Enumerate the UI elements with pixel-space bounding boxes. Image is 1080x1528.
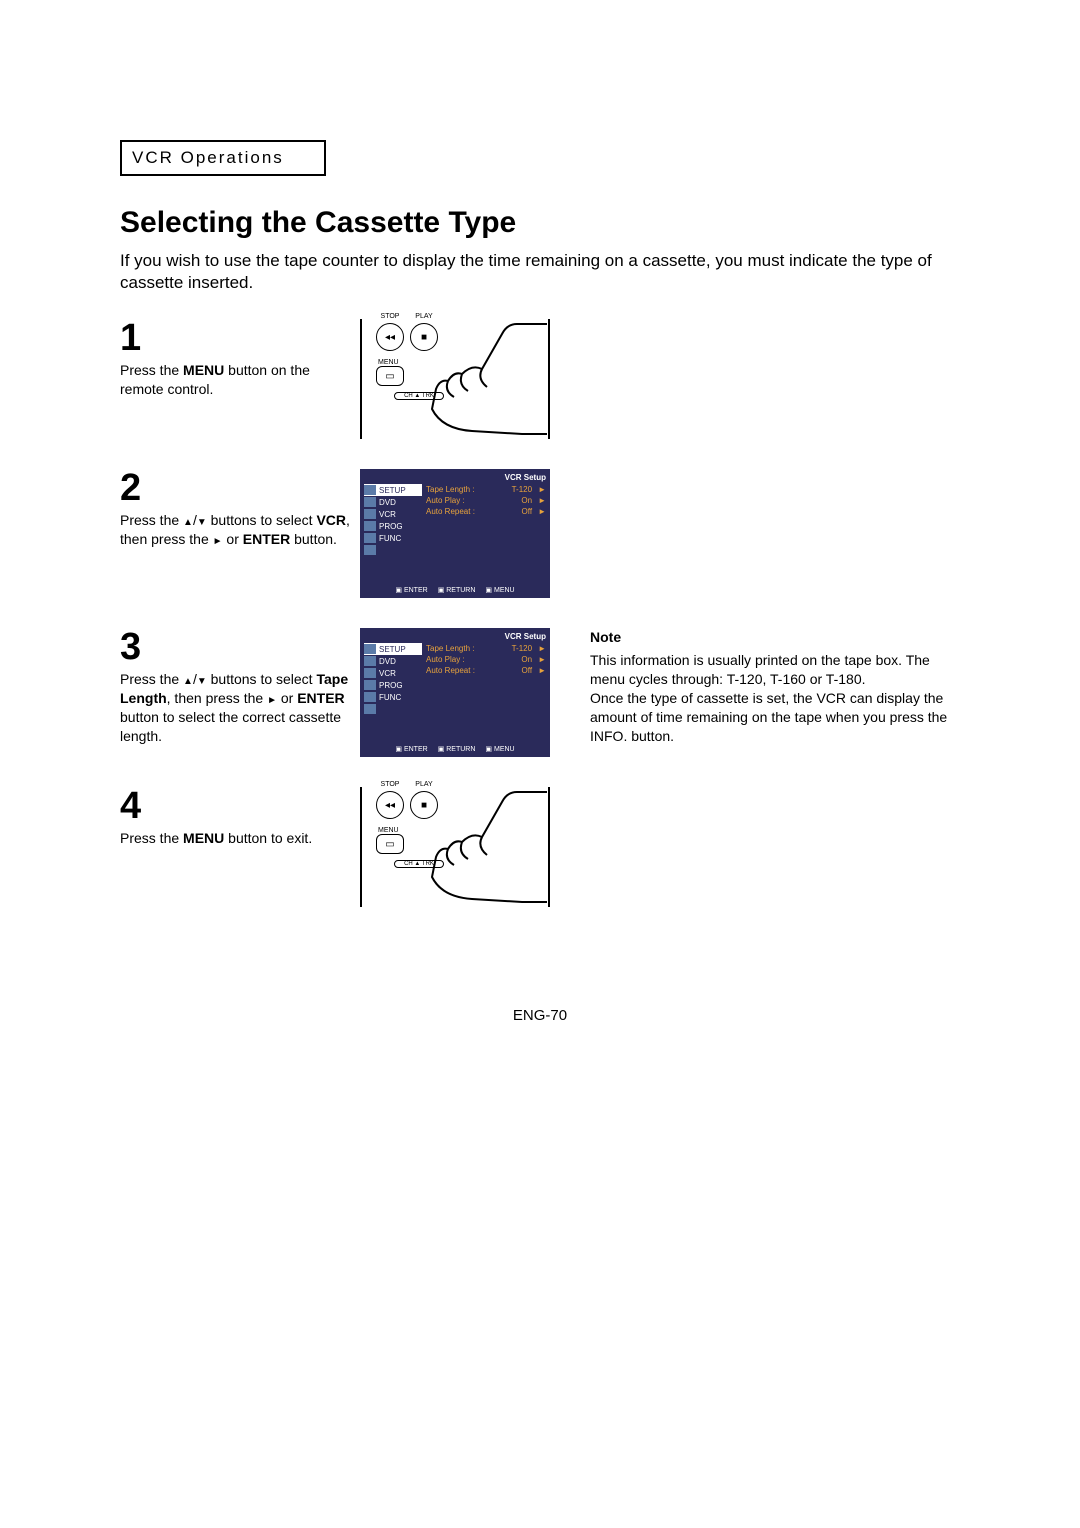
section-label: VCR Operations — [132, 148, 284, 167]
disc-icon — [364, 497, 376, 507]
step-body: Press the MENU button on the remote cont… — [120, 361, 350, 399]
step-4: 4 Press the MENU button to exit. STOP ◂◂… — [120, 787, 960, 907]
manual-page: VCR Operations Selecting the Cassette Ty… — [0, 0, 1080, 1084]
step-number: 4 — [120, 787, 350, 825]
step-body: Press the / buttons to select VCR, then … — [120, 511, 350, 549]
arrow-icon: ► — [538, 507, 546, 516]
osd-header: VCR Setup — [364, 473, 546, 482]
step-2: 2 Press the / buttons to select VCR, the… — [120, 469, 960, 598]
stop-label: STOP — [376, 781, 404, 788]
intro-text: If you wish to use the tape counter to d… — [120, 250, 960, 294]
section-label-text: VCR Operations — [132, 148, 284, 167]
gear-icon — [364, 644, 376, 654]
remote-figure: STOP ◂◂ PLAY ■ MENU ▭ CH ▲ TRK — [360, 787, 550, 907]
osd-menu: SETUP DVD VCR PROG FUNC — [364, 484, 422, 556]
osd-footer: ENTER RETURN MENU — [364, 586, 546, 594]
step-1: 1 Press the MENU button on the remote co… — [120, 319, 960, 439]
step-3-row: 3 Press the / buttons to select Tape Len… — [120, 628, 960, 757]
page-number: ENG-70 — [120, 1007, 960, 1024]
step-number: 3 — [120, 628, 350, 666]
osd-settings: Tape Length :T-120► Auto Play :On► Auto … — [422, 484, 546, 556]
section-label-box: VCR Operations — [120, 140, 326, 176]
blank-icon — [364, 704, 376, 714]
disc-icon — [364, 656, 376, 666]
tape-icon — [364, 509, 376, 519]
remote-figure: STOP ◂◂ PLAY ■ MENU ▭ CH ▲ TRK — [360, 319, 550, 439]
clock-icon — [364, 680, 376, 690]
step-number: 2 — [120, 469, 350, 507]
right-icon — [267, 690, 277, 706]
arrow-icon: ► — [538, 496, 546, 505]
rewind-button-icon: ◂◂ — [376, 323, 404, 351]
step-number: 1 — [120, 319, 350, 357]
func-icon — [364, 692, 376, 702]
menu-button-icon: ▭ — [376, 834, 404, 854]
rewind-button-icon: ◂◂ — [376, 791, 404, 819]
func-icon — [364, 533, 376, 543]
hand-icon — [412, 787, 552, 912]
arrow-icon: ► — [538, 666, 546, 675]
osd-figure: VCR Setup SETUP DVD VCR PROG FUNC Tape L… — [360, 469, 550, 598]
arrow-icon: ► — [538, 644, 546, 653]
clock-icon — [364, 521, 376, 531]
hand-icon — [412, 319, 552, 444]
note-block: Note This information is usually printed… — [590, 628, 960, 745]
osd-footer: ENTER RETURN MENU — [364, 745, 546, 753]
arrow-icon: ► — [538, 655, 546, 664]
note-title: Note — [590, 628, 960, 647]
right-icon — [213, 531, 223, 547]
gear-icon — [364, 485, 376, 495]
stop-label: STOP — [376, 313, 404, 320]
page-title: Selecting the Cassette Type — [120, 206, 960, 240]
up-icon — [183, 512, 193, 528]
up-icon — [183, 671, 193, 687]
step-body: Press the / buttons to select Tape Lengt… — [120, 670, 350, 746]
step-body: Press the MENU button to exit. — [120, 829, 350, 848]
osd-menu: SETUP DVD VCR PROG FUNC — [364, 643, 422, 715]
note-~text: Once the type of cassette is set, the VC… — [590, 689, 960, 746]
osd-header: VCR Setup — [364, 632, 546, 641]
arrow-icon: ► — [538, 485, 546, 494]
osd-settings: Tape Length :T-120► Auto Play :On► Auto … — [422, 643, 546, 715]
note-text: This information is usually printed on t… — [590, 651, 960, 689]
osd-figure: VCR Setup SETUP DVD VCR PROG FUNC Tape L… — [360, 628, 550, 757]
menu-button-icon: ▭ — [376, 366, 404, 386]
down-icon — [197, 512, 207, 528]
down-icon — [197, 671, 207, 687]
blank-icon — [364, 545, 376, 555]
tape-icon — [364, 668, 376, 678]
